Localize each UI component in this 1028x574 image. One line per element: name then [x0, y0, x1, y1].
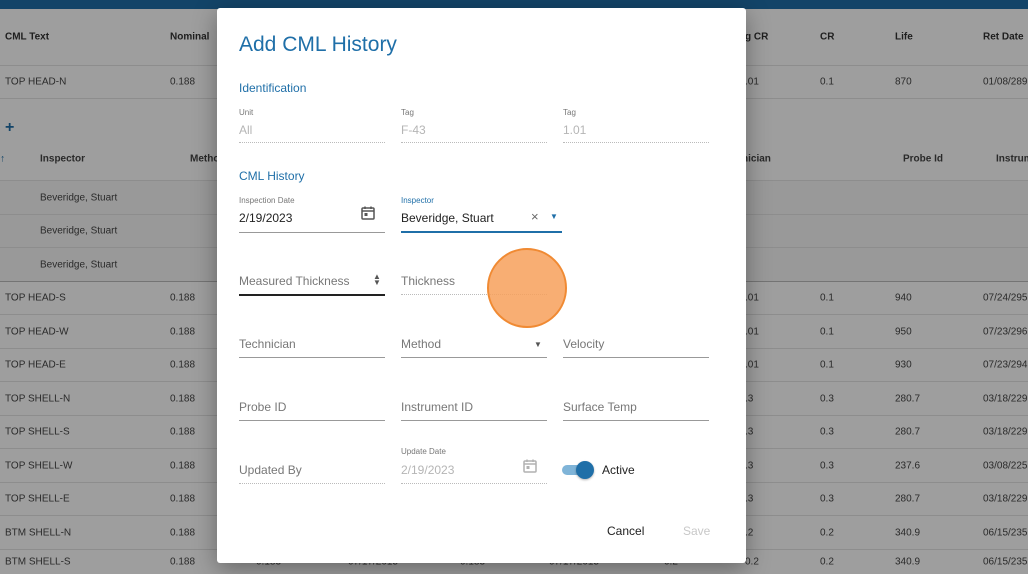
updated-by-placeholder: Updated By [239, 463, 302, 477]
inspection-date-value[interactable]: 2/19/2023 [239, 211, 292, 225]
tag-value: F-43 [401, 123, 426, 137]
method-select[interactable]: Method ▼ [401, 335, 547, 359]
instrument-id-field[interactable]: Instrument ID [401, 398, 547, 422]
calendar-icon [523, 459, 537, 473]
technician-placeholder: Technician [239, 337, 296, 351]
tag-label: Tag [563, 108, 576, 117]
technician-field[interactable]: Technician [239, 335, 385, 359]
updated-by-field: Updated By [239, 461, 385, 485]
chevron-down-icon[interactable]: ▼ [550, 212, 558, 221]
cancel-button[interactable]: Cancel [607, 524, 644, 538]
surface-temp-placeholder: Surface Temp [563, 400, 637, 414]
probe-id-placeholder: Probe ID [239, 400, 287, 414]
save-button[interactable]: Save [683, 524, 710, 538]
inspector-select[interactable]: Inspector Beveridge, Stuart × ▼ [401, 196, 562, 234]
add-cml-history-dialog: Add CML History Identification Unit All … [217, 8, 746, 563]
update-date-label: Update Date [401, 447, 446, 456]
clear-icon[interactable]: × [531, 209, 539, 224]
measured-thickness-placeholder: Measured Thickness [239, 274, 350, 288]
unit-field: Unit All [239, 108, 385, 144]
instrument-id-placeholder: Instrument ID [401, 400, 474, 414]
tag-field: Tag F-43 [401, 108, 547, 144]
number-spinner-icon[interactable]: ▲ ▼ [373, 273, 381, 287]
active-toggle[interactable] [562, 461, 594, 479]
tag-value: 1.01 [563, 123, 587, 137]
velocity-field[interactable]: Velocity [563, 335, 709, 359]
probe-id-field[interactable]: Probe ID [239, 398, 385, 422]
cml-history-section-title: CML History [239, 169, 305, 183]
click-indicator [487, 248, 567, 328]
toggle-knob [576, 461, 594, 479]
unit-label: Unit [239, 108, 254, 117]
tag-secondary-field: Tag 1.01 [563, 108, 709, 144]
thickness-placeholder: Thickness [401, 274, 456, 288]
dialog-title: Add CML History [239, 33, 397, 56]
inspector-value[interactable]: Beveridge, Stuart [401, 211, 494, 225]
chevron-down-icon[interactable]: ▼ [534, 340, 542, 349]
identification-section-title: Identification [239, 81, 307, 95]
calendar-icon[interactable] [361, 206, 375, 220]
inspector-label: Inspector [401, 196, 434, 205]
inspection-date-field[interactable]: Inspection Date 2/19/2023 [239, 196, 385, 234]
velocity-placeholder: Velocity [563, 337, 605, 351]
measured-thickness-field[interactable]: Measured Thickness ▲ ▼ [239, 272, 385, 296]
update-date-field: Update Date 2/19/2023 [401, 447, 547, 485]
tag-label: Tag [401, 108, 414, 117]
unit-value: All [239, 123, 253, 137]
active-label: Active [602, 463, 635, 477]
surface-temp-field[interactable]: Surface Temp [563, 398, 709, 422]
method-placeholder: Method [401, 337, 442, 351]
update-date-value: 2/19/2023 [401, 463, 455, 477]
inspection-date-label: Inspection Date [239, 196, 295, 205]
